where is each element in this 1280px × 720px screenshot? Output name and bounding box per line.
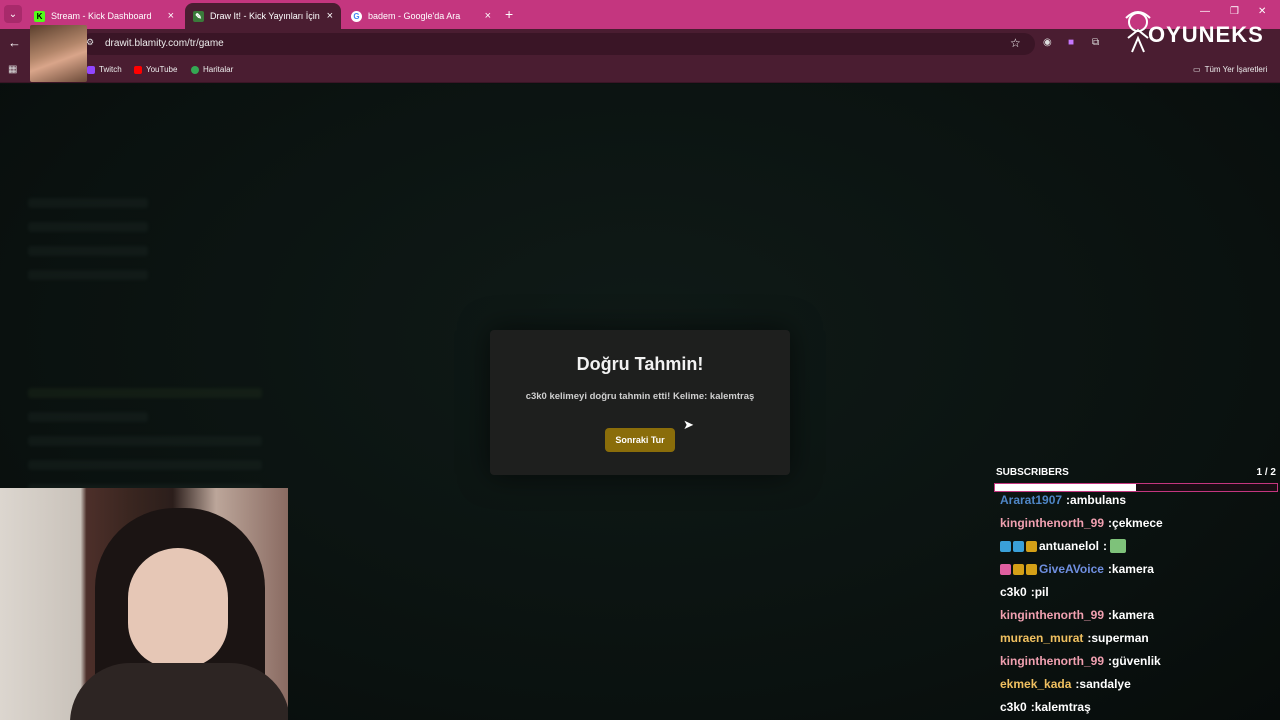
chat-badge-icon (1000, 540, 1011, 552)
chat-username: Ararat1907 (1000, 493, 1063, 507)
chat-username: kinginthenorth_99 (1000, 608, 1105, 622)
back-arrow-icon[interactable]: ← (8, 35, 21, 50)
site-info-icon[interactable]: ⚙ (86, 37, 94, 48)
chat-badge-icon (1026, 563, 1037, 575)
subscribers-progress-fill (995, 484, 1136, 491)
modal-message: c3k0 kelimeyi doğru tahmin etti! Kelime:… (525, 391, 755, 402)
correct-guess-modal: Doğru Tahmin! c3k0 kelimeyi doğru tahmin… (490, 330, 790, 475)
chat-text: ambulans (1070, 493, 1127, 507)
chat-text: kamera (1112, 608, 1155, 622)
google-icon: G (351, 10, 362, 22)
next-round-button[interactable]: Sonraki Tur (605, 428, 675, 452)
chat-username: ekmek_kada (1000, 677, 1072, 691)
chat-message: c3k0: kalemtraş (1000, 700, 1091, 714)
chat-text: pil (1034, 585, 1049, 599)
chat-text: güvenlik (1112, 654, 1161, 668)
modal-title: Doğru Tahmin! (576, 354, 704, 374)
chat-badge-icon (1026, 540, 1037, 552)
twitch-icon (87, 65, 95, 74)
streamer-webcam (0, 488, 288, 720)
drawit-icon: ✎ (193, 10, 204, 22)
bookmarks-bar: ▦ Twitch YouTube Haritalar ▭ Tüm Yer İşa… (0, 58, 1280, 83)
browser-tab-bar: ⌄ K Stream - Kick Dashboard × ✎ Draw It!… (0, 0, 1280, 29)
chat-message: kinginthenorth_99: çekmece (1000, 516, 1163, 530)
chat-overlay: SUBSCRIBERS 1 / 2 Ararat1907: ambulans ki… (994, 465, 1280, 720)
browser-toolbar: ← ⚙ drawit.blamity.com/tr/game ☆ ◉ ■ ⧉ (0, 29, 1280, 58)
tab-draw-it[interactable]: ✎ Draw It! - Kick Yayınları İçin Çizi × (185, 3, 341, 29)
extension-game-icon[interactable]: ◉ (1043, 37, 1052, 48)
chat-emote-icon (1110, 539, 1127, 553)
kick-icon: K (34, 10, 45, 22)
new-tab-button[interactable]: + (505, 6, 513, 22)
extensions-puzzle-icon[interactable]: ⧉ (1092, 37, 1099, 48)
streamer-webcam-small (30, 25, 87, 82)
chat-badge-icon (1013, 540, 1024, 552)
chat-message: kinginthenorth_99: güvenlik (1000, 654, 1161, 668)
close-icon[interactable]: × (168, 10, 174, 22)
chat-text: kamera (1111, 562, 1154, 576)
chat-username: kinginthenorth_99 (1000, 516, 1105, 530)
apps-grid-icon[interactable]: ▦ (8, 64, 17, 75)
close-icon[interactable]: × (485, 10, 491, 22)
webcam-body (70, 663, 288, 720)
url-text[interactable]: drawit.blamity.com/tr/game (105, 38, 224, 49)
chat-message: Ararat1907: ambulans (1000, 493, 1126, 507)
chat-text: superman (1091, 631, 1149, 645)
bookmark-youtube[interactable]: YouTube (134, 65, 177, 74)
bookmark-label: Tüm Yer İşaretleri (1204, 65, 1268, 74)
subscribers-progress-bar (994, 483, 1278, 492)
bookmark-label: Haritalar (203, 65, 234, 74)
bookmark-maps[interactable]: Haritalar (191, 65, 233, 74)
chat-username: c3k0 (1000, 700, 1027, 714)
tab-search-button[interactable]: ⌄ (4, 5, 22, 23)
chat-message: muraen_murat: superman (1000, 631, 1149, 645)
webcam-face (128, 548, 228, 668)
chat-message: c3k0: pil (1000, 585, 1049, 599)
extension-twitch-icon[interactable]: ■ (1068, 37, 1074, 48)
subscribers-count: 1 / 2 (1256, 467, 1276, 478)
chat-badge-icon (1013, 563, 1024, 575)
chat-username: kinginthenorth_99 (1000, 654, 1105, 668)
tab-title: Draw It! - Kick Yayınları İçin Çizi (210, 11, 321, 21)
chat-text: kalemtraş (1034, 700, 1091, 714)
chat-username: c3k0 (1000, 585, 1027, 599)
chat-text: çekmece (1112, 516, 1163, 530)
bookmark-star-icon[interactable]: ☆ (1010, 36, 1021, 50)
close-icon[interactable]: × (327, 10, 333, 22)
chat-message: kinginthenorth_99: kamera (1000, 608, 1154, 622)
chat-separator: : (1103, 539, 1108, 553)
bookmark-twitch[interactable]: Twitch (87, 65, 122, 74)
chat-message: GiveAVoice: kamera (1000, 562, 1154, 576)
tab-title: badem - Google'da Ara (368, 11, 461, 21)
chevron-down-icon: ⌄ (8, 8, 18, 20)
chat-username: GiveAVoice (1039, 562, 1104, 576)
maps-pin-icon (191, 65, 199, 74)
logo-text: OYUNEKS (1148, 22, 1264, 47)
subscribers-label: SUBSCRIBERS (996, 467, 1069, 478)
chat-message: antuanelol: (1000, 539, 1127, 553)
bookmark-label: Twitch (99, 65, 122, 74)
chat-text: sandalye (1079, 677, 1131, 691)
chat-badge-icon (1000, 563, 1011, 575)
tab-google-search[interactable]: G badem - Google'da Ara × (343, 3, 499, 29)
all-bookmarks-folder[interactable]: ▭ Tüm Yer İşaretleri (1193, 65, 1267, 74)
bookmark-label: YouTube (146, 65, 178, 74)
tab-title: Stream - Kick Dashboard (51, 11, 152, 21)
screen: ⌄ K Stream - Kick Dashboard × ✎ Draw It!… (0, 0, 1280, 720)
mouse-cursor-icon: ➤ (683, 417, 694, 432)
youtube-icon (134, 65, 142, 74)
chat-message: ekmek_kada: sandalye (1000, 677, 1131, 691)
folder-icon: ▭ (1193, 65, 1201, 74)
chat-username: antuanelol (1039, 539, 1100, 553)
chat-username: muraen_murat (1000, 631, 1084, 645)
